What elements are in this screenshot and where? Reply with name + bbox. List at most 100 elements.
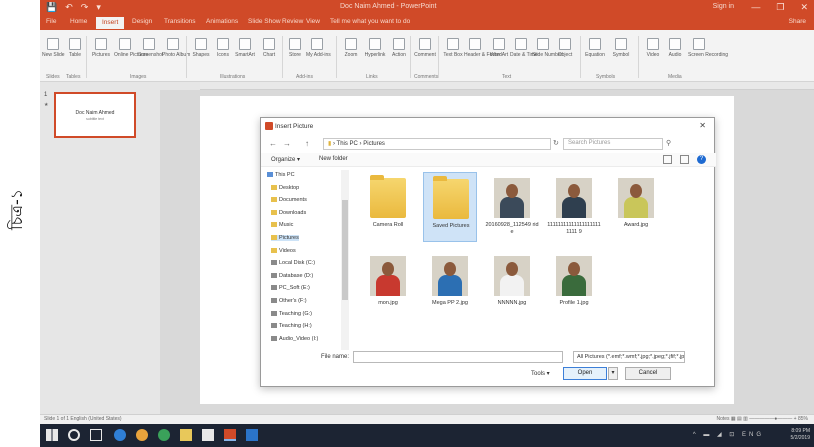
audio-button[interactable]: Audio (664, 38, 686, 58)
file-item[interactable]: 111111111111111111111111 9 (547, 172, 601, 242)
tree-scrollbar[interactable] (341, 170, 349, 350)
breadcrumb-this-pc[interactable]: This PC (337, 141, 358, 147)
equation-button[interactable]: Equation (584, 38, 606, 58)
new-folder-button[interactable]: New folder (319, 156, 348, 162)
minimize-button[interactable]: — (751, 2, 760, 13)
search-input[interactable]: Search Pictures (563, 138, 663, 150)
tree-item[interactable]: Desktop (271, 185, 299, 191)
file-item[interactable]: 20160928_112549 ride (485, 172, 539, 242)
scrollbar-thumb[interactable] (342, 200, 348, 300)
tab-file[interactable]: File (46, 18, 56, 25)
tree-item[interactable]: Pictures (271, 235, 299, 241)
share-button[interactable]: Share (789, 18, 806, 25)
file-explorer-icon[interactable] (180, 429, 192, 441)
close-window-button[interactable]: ✕ (800, 2, 808, 13)
file-item[interactable]: NNNNN.jpg (485, 250, 539, 320)
chrome-icon[interactable] (158, 429, 170, 441)
tab-home[interactable]: Home (70, 18, 87, 25)
file-item[interactable]: Camera Roll (361, 172, 415, 242)
restore-button[interactable]: ❐ (776, 2, 784, 13)
tools-dropdown[interactable]: Tools ▾ (531, 370, 550, 377)
save-icon[interactable]: 💾 (46, 2, 57, 13)
redo-icon[interactable]: ↷ (81, 2, 89, 13)
store-app-icon[interactable] (202, 429, 214, 441)
date-time-button[interactable]: Date & Time (510, 38, 538, 58)
status-view-zoom[interactable]: Notes ▦ ▤ ▥ —————●——— + 85% (716, 416, 808, 422)
search-icon[interactable]: ⚲ (666, 139, 671, 147)
file-item[interactable]: mon.jpg (361, 250, 415, 320)
wordart-button[interactable]: WordArt (488, 38, 510, 58)
tree-item[interactable]: Teaching (H:) (271, 323, 312, 329)
comment-button[interactable]: Comment (414, 38, 436, 58)
refresh-icon[interactable]: ↻ (553, 139, 559, 147)
task-view-icon[interactable] (90, 429, 102, 441)
up-arrow-icon[interactable]: ↑ (305, 139, 309, 148)
preview-pane-icon[interactable] (680, 155, 689, 164)
firefox-icon[interactable] (136, 429, 148, 441)
slide-thumbnail[interactable]: Doc Naim Ahmed subtitle text (54, 92, 136, 138)
tree-item[interactable]: Teaching (G:) (271, 311, 312, 317)
tab-transitions[interactable]: Transitions (164, 18, 196, 25)
tree-item[interactable]: Music (271, 222, 293, 228)
tree-item[interactable]: This PC (267, 172, 295, 178)
zoom-button[interactable]: Zoom (340, 38, 362, 58)
file-item[interactable]: Mega PP 2.jpg (423, 250, 477, 320)
file-name-input[interactable] (353, 351, 563, 363)
tab-animations[interactable]: Animations (206, 18, 238, 25)
tab-view[interactable]: View (306, 18, 320, 25)
file-item[interactable]: Award.jpg (609, 172, 663, 242)
new-slide-button[interactable]: New Slide (42, 38, 65, 58)
address-bar[interactable]: ▮ › This PC › Pictures (323, 138, 551, 150)
customize-qat-icon[interactable]: ▾ (96, 2, 101, 13)
system-tray[interactable]: ^ ▬ ◢ ⊡ ENG (693, 431, 764, 438)
header-footer-button[interactable]: Header & Footer (464, 38, 501, 58)
file-item[interactable]: Profile 1.jpg (547, 250, 601, 320)
tab-review[interactable]: Review (282, 18, 303, 25)
shapes-button[interactable]: Shapes (190, 38, 212, 58)
slide-number-button[interactable]: Slide Number (532, 38, 562, 58)
symbol-button[interactable]: Symbol (610, 38, 632, 58)
forward-arrow-icon[interactable]: → (283, 139, 291, 148)
cancel-button[interactable]: Cancel (625, 367, 671, 380)
tree-item[interactable]: Videos (271, 248, 296, 254)
screen-recording-button[interactable]: Screen Recording (688, 38, 728, 58)
tree-item[interactable]: Local Disk (C:) (271, 260, 315, 266)
screenshot-button[interactable]: Screenshot (138, 38, 163, 58)
back-arrow-icon[interactable]: ← (269, 139, 277, 148)
edge-icon[interactable] (114, 429, 126, 441)
text-box-button[interactable]: Text Box (442, 38, 464, 58)
word-app-icon[interactable] (246, 429, 258, 441)
undo-icon[interactable]: ↶ (65, 2, 73, 13)
help-icon[interactable]: ? (697, 155, 706, 164)
organize-button[interactable]: Organize ▾ (271, 156, 300, 163)
breadcrumb-pictures[interactable]: Pictures (363, 141, 385, 147)
file-type-select[interactable]: All Pictures (*.emf;*.wmf;*.jpg;*.jpeg;*… (573, 351, 685, 363)
sign-in-link[interactable]: Sign in (713, 3, 734, 10)
my-addins-button[interactable]: My Add-ins (306, 38, 331, 58)
hyperlink-button[interactable]: Hyperlink (364, 38, 386, 58)
tree-item[interactable]: PC_Soft (E:) (271, 285, 310, 291)
tree-item[interactable]: Downloads (271, 210, 306, 216)
tree-item[interactable]: Audio_Video (I:) (271, 336, 318, 342)
tab-slide-show[interactable]: Slide Show (248, 18, 281, 25)
powerpoint-app-icon[interactable] (224, 429, 236, 441)
video-button[interactable]: Video (642, 38, 664, 58)
cortana-icon[interactable] (68, 429, 80, 441)
tree-item[interactable]: Documents (271, 197, 307, 203)
online-pictures-button[interactable]: Online Pictures (114, 38, 148, 58)
action-button[interactable]: Action (388, 38, 410, 58)
start-icon[interactable] (46, 429, 58, 441)
pictures-button[interactable]: Pictures (90, 38, 112, 58)
icons-button[interactable]: Icons (212, 38, 234, 58)
table-button[interactable]: Table (64, 38, 86, 58)
tab-design[interactable]: Design (132, 18, 152, 25)
file-item[interactable]: Saved Pictures (423, 172, 477, 242)
smartart-button[interactable]: SmartArt (234, 38, 256, 58)
object-button[interactable]: Object (554, 38, 576, 58)
open-options-button[interactable]: ▾ (608, 367, 618, 380)
change-view-icon[interactable] (663, 155, 672, 164)
tell-me-box[interactable]: Tell me what you want to do (330, 18, 410, 25)
tree-item[interactable]: Other's (F:) (271, 298, 307, 304)
chart-button[interactable]: Chart (258, 38, 280, 58)
tab-insert[interactable]: Insert (96, 17, 125, 29)
